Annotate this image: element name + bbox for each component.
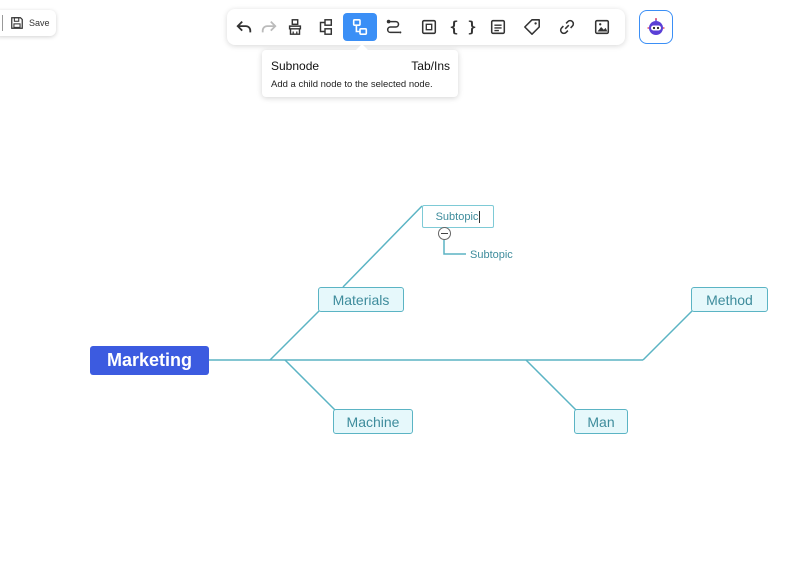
topic-node-materials[interactable]: Materials [318,287,404,312]
root-node-marketing[interactable]: Marketing [90,346,209,375]
branch-line-materials [269,310,320,361]
collapse-toggle[interactable] [438,227,451,240]
branch-line-machine [284,359,336,411]
branch-line-subtopic-child [443,240,466,255]
text-caret [479,210,481,223]
branch-line-method [642,310,693,361]
branch-line-man [525,359,577,411]
topic-node-machine[interactable]: Machine [333,409,413,434]
subtopic-edit-text[interactable]: Subtopic [436,211,479,223]
topic-node-man[interactable]: Man [574,409,628,434]
subtopic-node-child[interactable]: Subtopic [470,247,520,262]
topic-node-method[interactable]: Method [691,287,768,312]
branch-line-subtopic [342,205,423,288]
subtopic-node-editing[interactable]: Subtopic [422,205,494,228]
